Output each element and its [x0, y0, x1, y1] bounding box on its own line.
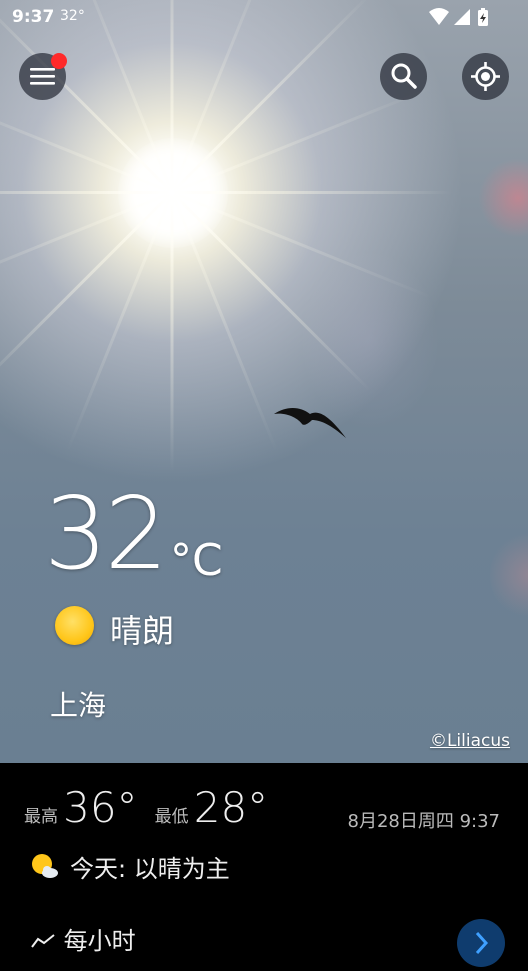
hourly-label: 每小时 [63, 927, 136, 955]
bird-silhouette [274, 408, 346, 438]
status-temperature: 32° [60, 8, 85, 24]
status-icons [428, 7, 490, 31]
city-name[interactable]: 上海 [50, 684, 106, 724]
high-value: 36° [63, 783, 138, 832]
partly-sunny-icon [32, 854, 58, 878]
next-button[interactable] [457, 919, 505, 967]
sun-ray [0, 190, 452, 194]
wifi-icon [429, 8, 449, 25]
low-value: 28° [193, 783, 269, 832]
high-low-row: 最高 36° 最低 28° [24, 783, 280, 832]
photo-credit-link[interactable]: ©Liliacus [430, 731, 510, 751]
temperature-unit: °C [170, 535, 223, 586]
status-time: 9:37 [12, 7, 55, 27]
date-time: 8月28日周四 9:37 [347, 811, 501, 832]
low-label: 最低 [154, 807, 189, 827]
sun-ray [170, 0, 174, 472]
signal-icon [454, 9, 470, 25]
lens-flare [478, 158, 528, 238]
forecast-panel: 最高 36° 最低 28° 8月28日周四 9:37 今天: 以晴为主 每小时 [0, 763, 528, 967]
hourly-chart-icon [31, 934, 55, 948]
chevron-right-icon [475, 931, 489, 955]
location-button[interactable] [462, 53, 509, 100]
search-button[interactable] [380, 53, 427, 100]
notification-dot [51, 53, 67, 69]
today-text: 今天: 以晴为主 [70, 855, 230, 883]
current-condition: 晴朗 [110, 612, 175, 650]
background-photo [0, 0, 528, 763]
current-temperature: 32 [44, 475, 168, 592]
sun-icon [55, 606, 94, 645]
search-icon [391, 63, 417, 89]
lens-flare [490, 530, 528, 620]
high-label: 最高 [24, 807, 58, 827]
status-bar: 9:37 32° [0, 0, 528, 34]
my-location-icon [471, 62, 500, 91]
